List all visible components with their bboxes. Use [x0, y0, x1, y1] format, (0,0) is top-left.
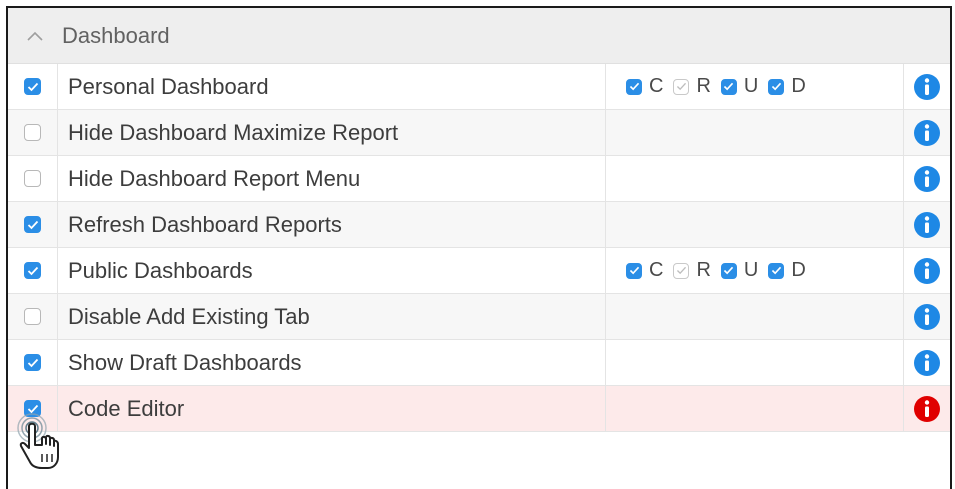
crud-read-checkbox — [673, 78, 690, 95]
crud-create-label: C — [649, 259, 664, 281]
crud-update-checkbox[interactable] — [720, 262, 737, 279]
info-icon[interactable] — [914, 257, 940, 284]
permission-label: Public Dashboards — [58, 248, 606, 293]
info-icon[interactable] — [914, 303, 940, 330]
crud-delete-checkbox[interactable] — [768, 78, 785, 95]
info-icon[interactable] — [914, 119, 940, 146]
info-icon[interactable] — [914, 165, 940, 192]
permission-row-refresh-dashboard-reports: Refresh Dashboard Reports — [8, 202, 950, 248]
section-title: Dashboard — [62, 22, 170, 48]
crud-create-label: C — [649, 75, 664, 97]
dashboard-section-header[interactable]: Dashboard — [8, 8, 950, 64]
permission-row-disable-add-existing-tab: Disable Add Existing Tab — [8, 294, 950, 340]
permission-label: Personal Dashboard — [58, 64, 606, 109]
crud-update-checkbox[interactable] — [720, 78, 737, 95]
crud-read-label: R — [696, 75, 711, 97]
crud-delete-label: D — [791, 75, 806, 97]
info-icon[interactable] — [914, 211, 940, 238]
permission-label: Refresh Dashboard Reports — [58, 202, 606, 247]
permission-row-hide-dashboard-maximize-report: Hide Dashboard Maximize Report — [8, 110, 950, 156]
permission-label: Hide Dashboard Maximize Report — [58, 110, 606, 155]
permission-row-hide-dashboard-report-menu: Hide Dashboard Report Menu — [8, 156, 950, 202]
permission-label: Show Draft Dashboards — [58, 340, 606, 385]
permission-label: Disable Add Existing Tab — [58, 294, 606, 339]
permission-row-personal-dashboard: Personal Dashboard C R U D — [8, 64, 950, 110]
crud-update-label: U — [743, 259, 759, 281]
crud-delete-checkbox[interactable] — [768, 262, 785, 279]
permission-checkbox[interactable] — [24, 354, 41, 371]
crud-create-checkbox[interactable] — [626, 262, 642, 279]
hand-cursor-icon — [17, 413, 59, 469]
alert-info-icon[interactable] — [914, 395, 940, 422]
crud-group: C R U D — [606, 248, 904, 293]
crud-read-label: R — [696, 259, 711, 281]
crud-delete-label: D — [791, 259, 806, 281]
permission-checkbox[interactable] — [24, 78, 41, 95]
permission-row-code-editor: Code Editor — [8, 386, 950, 432]
info-icon[interactable] — [914, 73, 940, 100]
crud-read-checkbox — [673, 262, 690, 279]
crud-group: C R U D — [606, 64, 904, 109]
permission-label: Code Editor — [58, 386, 606, 431]
chevron-up-icon[interactable] — [20, 21, 50, 51]
permission-label: Hide Dashboard Report Menu — [58, 156, 606, 201]
crud-update-label: U — [743, 75, 759, 97]
permission-row-public-dashboards: Public Dashboards C R U D — [8, 248, 950, 294]
crud-create-checkbox[interactable] — [626, 78, 642, 95]
permission-checkbox[interactable] — [24, 170, 41, 187]
info-icon[interactable] — [914, 349, 940, 376]
permission-checkbox[interactable] — [24, 124, 41, 141]
permission-checkbox[interactable] — [24, 308, 41, 325]
permission-list: Personal Dashboard C R U D Hide Dashboar… — [8, 64, 950, 432]
permission-checkbox[interactable] — [24, 262, 41, 279]
permission-checkbox[interactable] — [24, 216, 41, 233]
permission-row-show-draft-dashboards: Show Draft Dashboards — [8, 340, 950, 386]
